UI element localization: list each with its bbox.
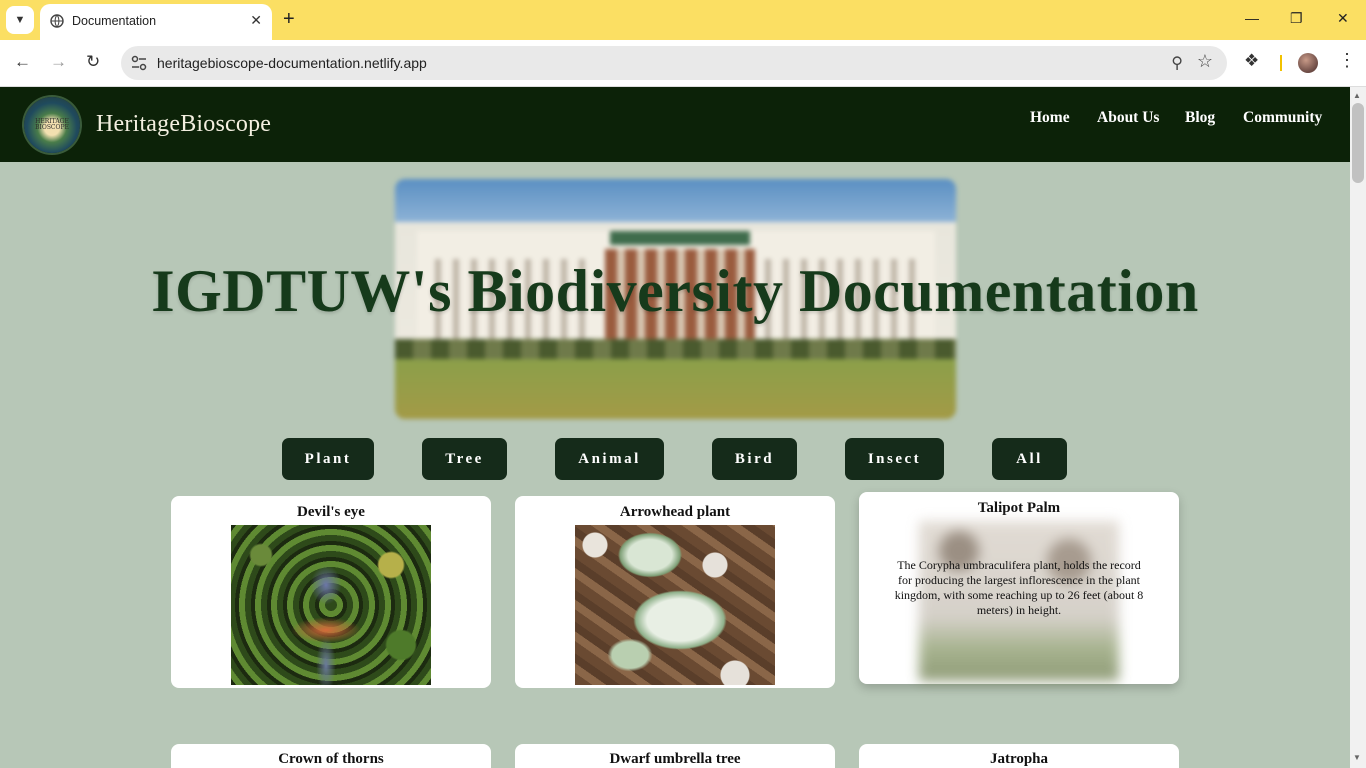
card-description: The Corypha umbraculifera plant, holds t… — [894, 558, 1144, 617]
tab-close-icon[interactable]: ✕ — [250, 12, 262, 29]
filter-button-all[interactable]: All — [992, 438, 1067, 480]
site-settings-icon[interactable] — [129, 53, 149, 73]
site-logo[interactable]: HERITAGE BIOSCOPE — [24, 97, 80, 153]
scroll-up-icon[interactable]: ▲ — [1353, 91, 1361, 100]
profile-avatar[interactable] — [1298, 53, 1318, 73]
card-image — [575, 525, 775, 685]
logo-text: HERITAGE BIOSCOPE — [35, 118, 69, 131]
filter-button-animal[interactable]: Animal — [555, 438, 664, 480]
nav-link-about-us[interactable]: About Us — [1097, 109, 1159, 127]
species-card[interactable]: Jatropha — [859, 744, 1179, 768]
species-card[interactable]: Dwarf umbrella tree — [515, 744, 835, 768]
card-title: Crown of thorns — [278, 751, 384, 767]
back-arrow-icon[interactable]: ← — [14, 52, 31, 72]
tab-title: Documentation — [72, 14, 157, 28]
page-viewport: HERITAGE BIOSCOPE HeritageBioscope Home … — [0, 87, 1350, 768]
filter-button-bird[interactable]: Bird — [712, 438, 797, 480]
nav-link-blog[interactable]: Blog — [1185, 109, 1215, 127]
tab-search-chevron-icon[interactable]: ▼ — [6, 6, 34, 34]
browser-tab-strip: ▼ Documentation ✕ + — ❐ ✕ — [0, 0, 1366, 40]
url-text[interactable]: heritagebioscope-documentation.netlify.a… — [157, 55, 427, 71]
card-title: Talipot Palm — [977, 500, 1061, 516]
page-scrollbar[interactable]: ▲ ▼ — [1350, 87, 1366, 768]
card-title: Dwarf umbrella tree — [609, 751, 741, 767]
restore-icon[interactable]: ❐ — [1290, 10, 1303, 27]
species-card[interactable]: Arrowhead plant — [515, 496, 835, 688]
card-title: Devil's eye — [297, 504, 365, 520]
reload-icon[interactable]: ↻ — [86, 52, 100, 72]
zoom-icon[interactable]: ⚲ — [1171, 53, 1183, 73]
species-card[interactable]: Devil's eye — [171, 496, 491, 688]
filter-button-tree[interactable]: Tree — [422, 438, 507, 480]
nav-link-community[interactable]: Community — [1243, 109, 1322, 127]
site-brand[interactable]: HeritageBioscope — [96, 111, 271, 138]
minimize-icon[interactable]: — — [1245, 10, 1259, 26]
extensions-puzzle-icon[interactable]: ❖ — [1244, 51, 1259, 71]
site-navbar: HERITAGE BIOSCOPE HeritageBioscope Home … — [0, 87, 1350, 162]
card-image — [231, 525, 431, 685]
scroll-down-icon[interactable]: ▼ — [1353, 753, 1361, 762]
card-title: Arrowhead plant — [619, 504, 731, 520]
address-bar[interactable]: heritagebioscope-documentation.netlify.a… — [121, 46, 1227, 80]
scrollbar-thumb[interactable] — [1352, 103, 1364, 183]
bookmark-star-icon[interactable]: ☆ — [1197, 51, 1213, 72]
card-title: Jatropha — [989, 751, 1049, 767]
filter-button-insect[interactable]: Insect — [845, 438, 944, 480]
window-close-icon[interactable]: ✕ — [1337, 10, 1349, 27]
species-card[interactable]: Crown of thorns — [171, 744, 491, 768]
species-card-hovered[interactable]: Talipot Palm The Corypha umbraculifera p… — [859, 492, 1179, 684]
forward-arrow-icon[interactable]: → — [50, 52, 67, 72]
new-tab-plus-icon[interactable]: + — [283, 8, 295, 30]
browser-menu-icon[interactable]: ⋮ — [1338, 50, 1356, 71]
filter-button-plant[interactable]: Plant — [282, 438, 374, 480]
browser-toolbar: ← → ↻ heritagebioscope-documentation.net… — [0, 40, 1366, 87]
globe-icon — [50, 14, 64, 28]
toolbar-separator — [1280, 55, 1282, 71]
browser-tab[interactable]: Documentation ✕ — [40, 4, 272, 40]
page-headline: IGDTUW's Biodiversity Documentation — [151, 258, 1199, 324]
nav-link-home[interactable]: Home — [1030, 109, 1070, 127]
